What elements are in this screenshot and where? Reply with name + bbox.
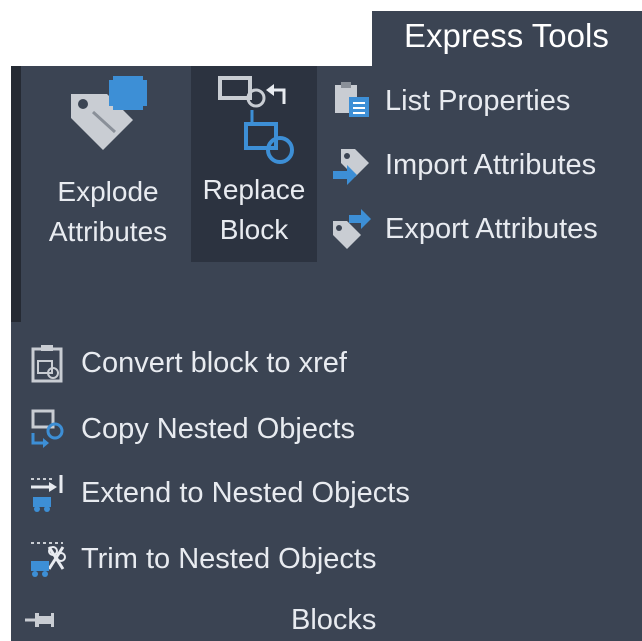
panel-edge — [11, 66, 21, 322]
import-attributes-label: Import Attributes — [385, 148, 597, 181]
trim-nested-icon — [31, 542, 66, 577]
copy-nested-objects-button[interactable]: Copy Nested Objects — [27, 400, 355, 458]
convert-block-to-xref-label: Convert block to xref — [81, 346, 347, 379]
tab-express-tools[interactable]: Express Tools — [372, 11, 642, 69]
replace-block-button[interactable]: Replace Block — [191, 66, 317, 262]
extend-to-nested-objects-button[interactable]: Extend to Nested Objects — [27, 464, 410, 522]
list-properties-icon — [335, 82, 369, 117]
replace-block-label-2: Block — [219, 214, 289, 245]
copy-nested-icon — [31, 409, 64, 448]
pin-panel-icon[interactable] — [25, 610, 55, 630]
export-attributes-icon — [333, 209, 371, 249]
list-properties-label: List Properties — [385, 84, 571, 117]
export-attributes-label: Export Attributes — [385, 212, 598, 245]
extend-to-nested-objects-label: Extend to Nested Objects — [81, 476, 410, 509]
explode-attributes-label-1: Explode — [57, 176, 159, 207]
import-attributes-button[interactable]: Import Attributes — [331, 136, 596, 194]
replace-block-label-1: Replace — [202, 174, 306, 205]
trim-to-nested-objects-label: Trim to Nested Objects — [81, 542, 377, 575]
replace-block-icon — [218, 76, 294, 164]
explode-attributes-icon — [71, 76, 147, 150]
copy-nested-objects-label: Copy Nested Objects — [81, 412, 356, 445]
import-attributes-icon — [333, 149, 369, 185]
convert-block-to-xref-button[interactable]: Convert block to xref — [27, 334, 347, 392]
panel-footer: Blocks — [11, 600, 642, 641]
convert-block-xref-icon — [31, 345, 63, 383]
panel-title: Blocks — [291, 604, 377, 636]
trim-to-nested-objects-button[interactable]: Trim to Nested Objects — [27, 530, 376, 588]
explode-attributes-button[interactable]: Explode Attributes — [25, 72, 191, 262]
export-attributes-button[interactable]: Export Attributes — [331, 200, 598, 258]
explode-attributes-label-2: Attributes — [48, 216, 168, 247]
extend-nested-icon — [31, 475, 63, 512]
list-properties-button[interactable]: List Properties — [331, 72, 570, 130]
ribbon-panel-blocks: Explode Attributes Replace Block List Pr… — [11, 66, 642, 641]
